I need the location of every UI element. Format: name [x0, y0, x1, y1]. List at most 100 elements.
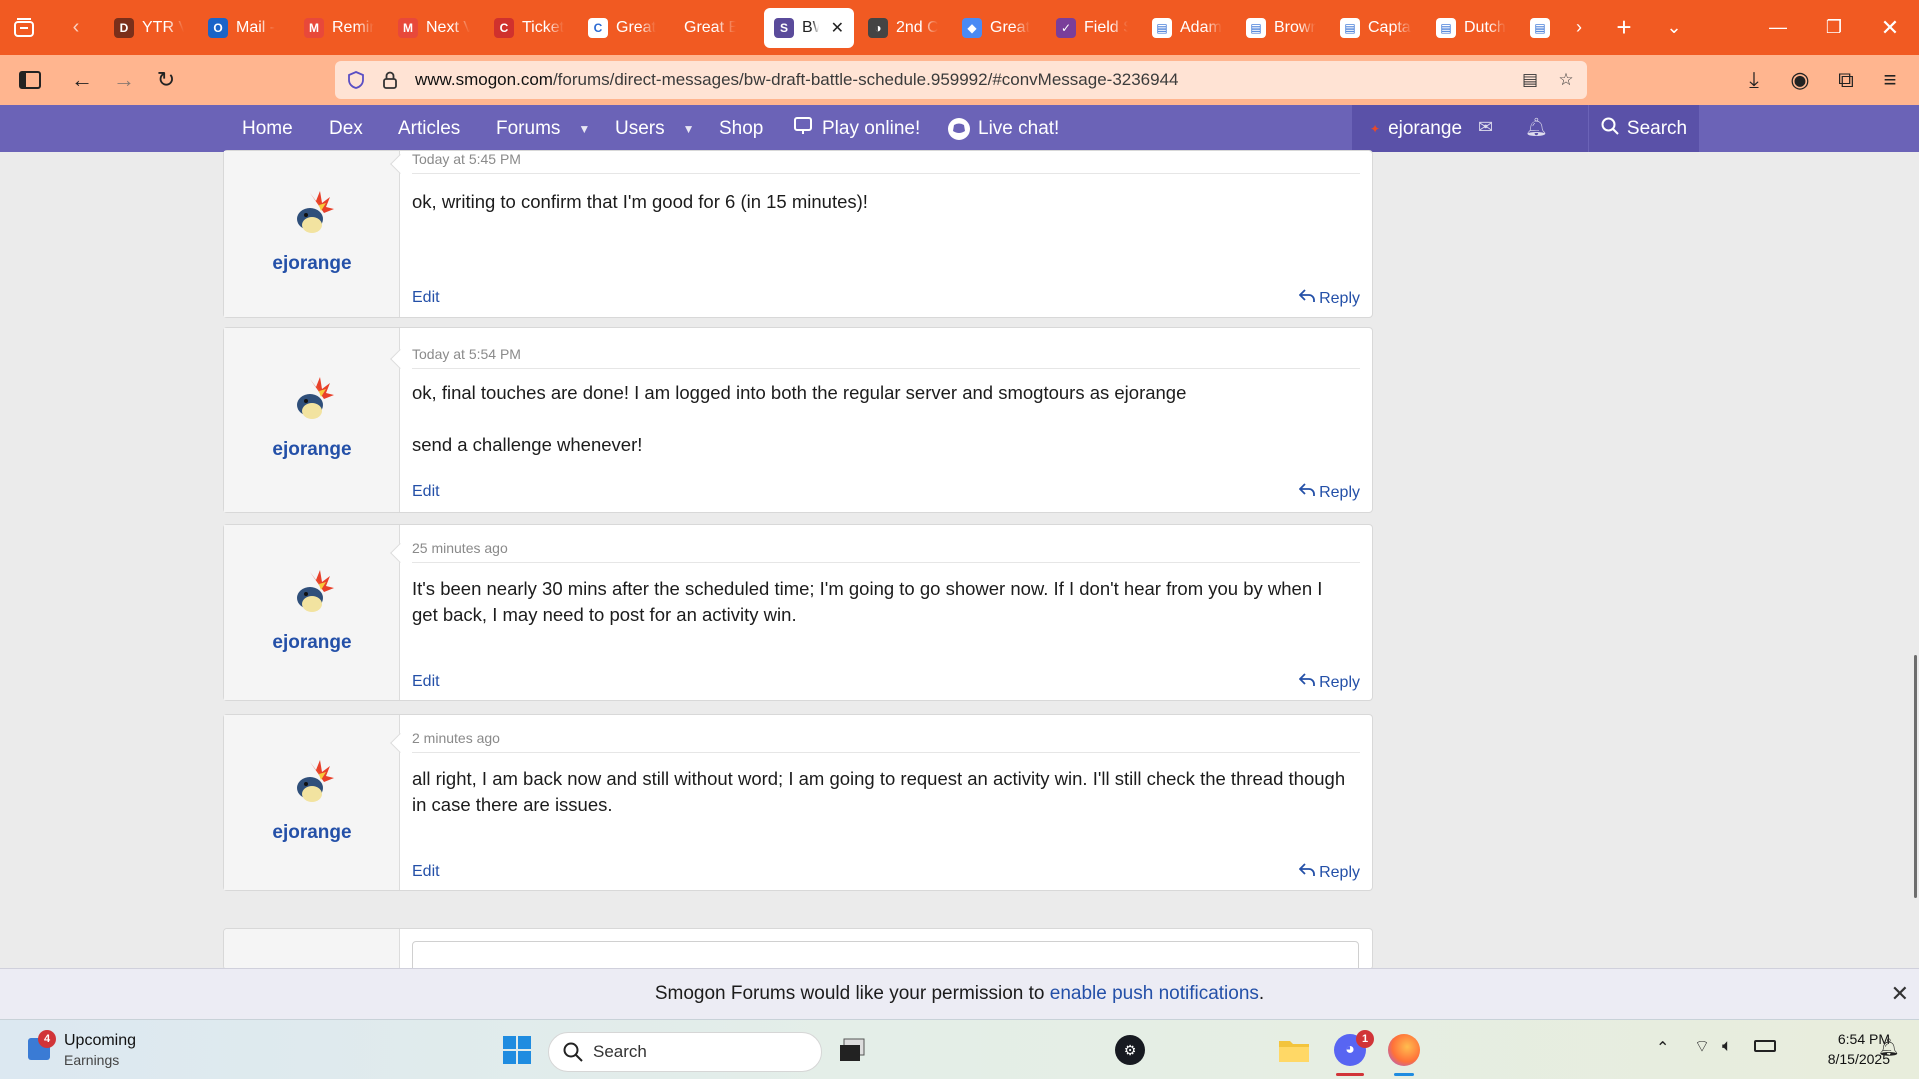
tab[interactable]: ▤ Dutch	[1426, 8, 1516, 48]
avatar[interactable]	[288, 566, 340, 618]
account-icon[interactable]: ◉	[1778, 60, 1822, 100]
message-timestamp[interactable]: 25 minutes ago	[412, 540, 508, 556]
scroll-tabs-left-icon[interactable]: ‹	[48, 0, 104, 55]
all-tabs-chevron-icon[interactable]: ⌄	[1648, 0, 1700, 55]
tab-favicon-icon: O	[208, 17, 228, 38]
edit-button[interactable]: Edit	[412, 483, 440, 501]
sidebar-toggle-icon[interactable]	[8, 60, 52, 100]
account-link[interactable]: ✦ ejorange	[1352, 118, 1462, 140]
message-divider	[412, 368, 1360, 369]
firefox-running-indicator	[1394, 1073, 1414, 1076]
conversations-icon[interactable]: ✉	[1478, 117, 1493, 138]
forward-icon[interactable]: →	[102, 60, 146, 100]
new-tab-icon[interactable]: +	[1598, 0, 1650, 55]
tab[interactable]: ◑ 2nd C	[858, 8, 948, 48]
restore-icon[interactable]: ❐	[1806, 0, 1862, 55]
back-icon[interactable]: ←	[60, 60, 104, 100]
tab[interactable]: ▤ Adam	[1142, 8, 1232, 48]
message-timestamp[interactable]: Today at 5:45 PM	[412, 151, 521, 167]
nav-forums[interactable]: Forums ▼	[496, 105, 590, 152]
tab[interactable]: D YTR V	[104, 8, 194, 48]
close-icon[interactable]: ✕	[1891, 981, 1909, 1007]
edit-button[interactable]: Edit	[412, 673, 440, 691]
close-window-icon[interactable]: ✕	[1862, 0, 1918, 55]
reply-button[interactable]: Reply	[1298, 673, 1360, 692]
search-button[interactable]: Search	[1589, 105, 1699, 152]
discord-button[interactable]: ◕ 1	[1328, 1020, 1374, 1079]
edit-button[interactable]: Edit	[412, 863, 440, 881]
minimize-icon[interactable]: —	[1750, 0, 1806, 55]
nav-play-online[interactable]: Play online!	[794, 105, 920, 152]
message-author[interactable]: ejorange	[224, 632, 400, 654]
tab[interactable]: ◆ Great	[952, 8, 1042, 48]
reply-button[interactable]: Reply	[1298, 289, 1360, 308]
steam-button[interactable]: ⚙	[1108, 1020, 1152, 1079]
url-text[interactable]: www.smogon.com/forums/direct-messages/bw…	[415, 70, 1179, 90]
task-view-button[interactable]	[830, 1020, 874, 1079]
reply-button[interactable]: Reply	[1298, 483, 1360, 502]
tab-active[interactable]: S BW ✕	[764, 7, 854, 48]
scroll-tabs-right-icon[interactable]: ›	[1556, 0, 1602, 55]
editor-input[interactable]	[412, 941, 1359, 969]
avatar[interactable]	[288, 756, 340, 808]
tab[interactable]: C Great	[578, 8, 670, 48]
nav-home[interactable]: Home	[242, 105, 293, 152]
nav-shop[interactable]: Shop	[719, 105, 763, 152]
reader-view-icon[interactable]: ▤	[1513, 70, 1547, 90]
tab-list-icon[interactable]	[0, 0, 48, 55]
message-author[interactable]: ejorange	[224, 439, 400, 461]
chevron-down-icon[interactable]: ▼	[578, 122, 590, 136]
clock[interactable]: 6:54 PM 8/15/2025	[1790, 1029, 1890, 1069]
tab-favicon-icon: M	[304, 17, 324, 38]
nav-live-chat[interactable]: Live chat!	[948, 105, 1059, 152]
downloads-icon[interactable]: ⤓	[1732, 60, 1776, 100]
wifi-icon[interactable]: ⌔	[1694, 1036, 1710, 1057]
bookmark-star-icon[interactable]: ☆	[1549, 70, 1583, 90]
enable-push-link[interactable]: enable push notifications	[1050, 983, 1259, 1005]
tab[interactable]: M Next V	[388, 8, 480, 48]
firefox-button[interactable]	[1382, 1020, 1426, 1079]
reload-icon[interactable]: ↻	[144, 60, 188, 100]
tab[interactable]: O Mail -	[198, 8, 290, 48]
tracking-shield-icon[interactable]	[339, 71, 373, 89]
nav-users[interactable]: Users ▼	[615, 105, 695, 152]
avatar[interactable]	[288, 373, 340, 425]
battery-icon[interactable]	[1754, 1040, 1776, 1052]
file-explorer-button[interactable]	[1272, 1020, 1316, 1079]
volume-icon[interactable]: 🔈︎	[1722, 1036, 1732, 1056]
tab[interactable]: ▤ Captai	[1330, 8, 1422, 48]
message-author[interactable]: ejorange	[224, 822, 400, 844]
widgets-button[interactable]: 4 Upcoming Earnings	[24, 1028, 174, 1072]
message-paragraph: all right, I am back now and still witho…	[412, 768, 1346, 815]
address-bar[interactable]: www.smogon.com/forums/direct-messages/bw…	[335, 61, 1587, 99]
reply-button[interactable]: Reply	[1298, 863, 1360, 882]
nav-articles[interactable]: Articles	[398, 105, 460, 152]
tab-label: Next V	[426, 18, 470, 36]
menu-hamburger-icon[interactable]: ≡	[1868, 60, 1912, 100]
extensions-icon[interactable]: ⧉	[1824, 60, 1868, 100]
message-author[interactable]: ejorange	[224, 253, 400, 275]
notifications-bell-icon[interactable]: 🔔︎	[1878, 1038, 1900, 1058]
tab[interactable]: ✓ Field S	[1046, 8, 1138, 48]
chevron-down-icon[interactable]: ▼	[683, 122, 695, 136]
url-host: www.smogon.com	[415, 70, 553, 89]
tray-overflow-chevron-icon[interactable]: ⌃	[1656, 1038, 1669, 1058]
account-name: ejorange	[1388, 117, 1463, 139]
tab[interactable]: C Ticket	[484, 8, 574, 48]
nav-dex[interactable]: Dex	[329, 105, 363, 152]
close-tab-icon[interactable]: ✕	[831, 18, 844, 38]
message-timestamp[interactable]: Today at 5:54 PM	[412, 346, 521, 362]
tab[interactable]: M Remin	[294, 8, 384, 48]
message-timestamp[interactable]: 2 minutes ago	[412, 730, 500, 746]
edit-button[interactable]: Edit	[412, 289, 440, 307]
taskbar-search[interactable]: Search	[548, 1032, 822, 1072]
page-scrollbar[interactable]	[1914, 655, 1917, 898]
tab[interactable]: Great Brid	[674, 8, 760, 48]
tab[interactable]: ▤ Brown	[1236, 8, 1326, 48]
start-button[interactable]	[495, 1020, 539, 1079]
avatar[interactable]	[288, 187, 340, 239]
tab-favicon-icon: C	[588, 17, 608, 38]
alerts-bell-icon[interactable]: 🔔︎	[1525, 117, 1548, 138]
lock-icon[interactable]	[373, 71, 407, 89]
tab[interactable]: ▤	[1520, 8, 1560, 48]
